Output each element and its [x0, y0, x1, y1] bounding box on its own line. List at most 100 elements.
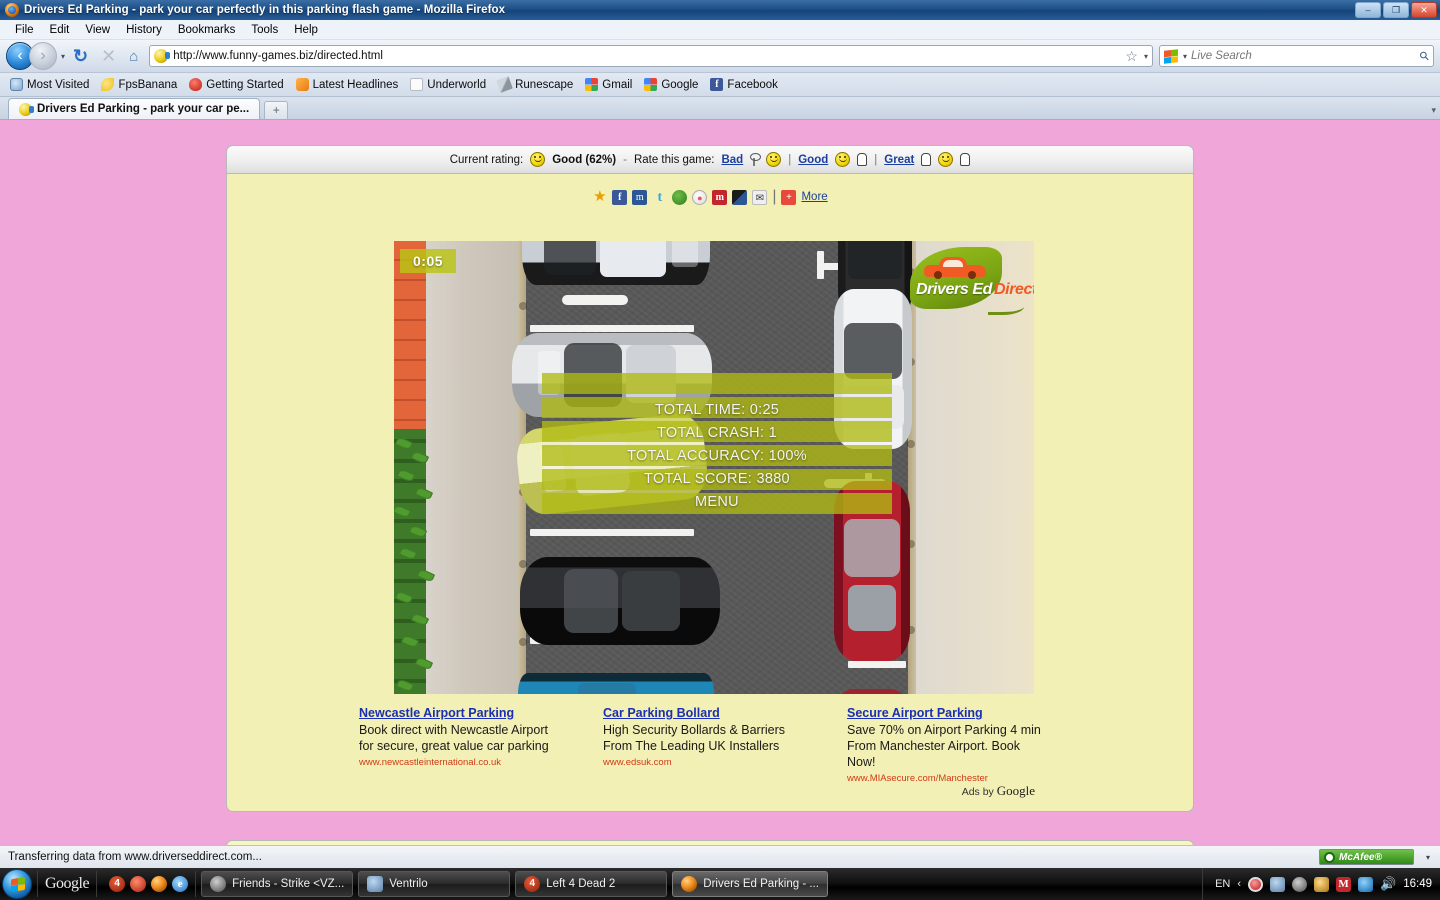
- menu-item-file[interactable]: File: [7, 23, 42, 37]
- email-icon[interactable]: ✉: [752, 189, 768, 205]
- game-canvas[interactable]: 0:05 Drivers Ed Direct TOTAL TIME: 0:25 …: [394, 241, 1034, 719]
- search-bar[interactable]: ▾ ⚲: [1159, 45, 1434, 67]
- reddit-icon[interactable]: ●: [692, 189, 708, 205]
- ad-line-2: for secure, great value car parking: [359, 739, 549, 753]
- redthing-icon[interactable]: [130, 876, 147, 892]
- bookmark-latest-headlines[interactable]: Latest Headlines: [291, 77, 404, 92]
- steam-icon[interactable]: [1292, 876, 1308, 892]
- address-dropdown-icon[interactable]: ▾: [1144, 52, 1148, 61]
- facebook-icon[interactable]: f: [612, 189, 628, 205]
- ad-line-2: From The Leading UK Installers: [603, 739, 780, 753]
- search-engine-chevron-icon[interactable]: ▾: [1183, 52, 1187, 61]
- network-icon[interactable]: [1358, 876, 1374, 892]
- taskbar-button-steam-friends[interactable]: Friends - Strike <VZ...: [201, 871, 354, 897]
- start-button[interactable]: [2, 869, 32, 899]
- bookmark-fpsbanana[interactable]: FpsBanana: [96, 77, 182, 92]
- window-title: Drivers Ed Parking - park your car perfe…: [24, 4, 506, 16]
- add-share-icon[interactable]: +: [781, 189, 797, 205]
- tab-drivers-ed-parking[interactable]: Drivers Ed Parking - park your car pe...: [8, 98, 261, 119]
- reload-icon[interactable]: ↻: [68, 46, 93, 67]
- bookmark-label: Google: [661, 78, 699, 91]
- stumbleupon-icon[interactable]: [672, 189, 688, 205]
- firefox-icon[interactable]: [151, 876, 168, 892]
- ad-title-link[interactable]: Secure Airport Parking: [847, 706, 983, 720]
- menu-item-view[interactable]: View: [77, 23, 118, 37]
- mixx-icon[interactable]: m: [712, 189, 728, 205]
- bay-stripe: [817, 251, 824, 279]
- ad-url: www.MIAsecure.com/Manchester: [847, 773, 988, 784]
- delicious-icon[interactable]: [732, 189, 748, 205]
- bookmark-getting-started[interactable]: Getting Started: [184, 77, 288, 92]
- google-toolbar-label[interactable]: Google: [45, 875, 90, 893]
- mcafee-chevron-icon[interactable]: ▾: [1426, 853, 1430, 862]
- volume-icon[interactable]: 🔊: [1380, 876, 1396, 892]
- menu-item-bookmarks[interactable]: Bookmarks: [170, 23, 244, 37]
- show-hidden-icons-chevron[interactable]: ‹: [1237, 878, 1241, 890]
- mcafee-siteadvisor-button[interactable]: McAfee®: [1319, 849, 1414, 865]
- taskbar-button-label: Ventrilo: [389, 878, 428, 890]
- ad-title-link[interactable]: Car Parking Bollard: [603, 706, 720, 720]
- bookmark-facebook[interactable]: f Facebook: [705, 77, 783, 92]
- menu-button[interactable]: MENU: [542, 490, 892, 513]
- language-indicator[interactable]: EN: [1215, 878, 1230, 890]
- ad-line-1: Save 70% on Airport Parking 4 min: [847, 723, 1041, 737]
- ad-title-link[interactable]: Newcastle Airport Parking: [359, 706, 514, 720]
- myspace-icon[interactable]: m: [632, 189, 648, 205]
- bookmark-label: Gmail: [602, 78, 633, 91]
- taskbar-button-ventrilo[interactable]: Ventrilo: [358, 871, 511, 897]
- menu-item-history[interactable]: History: [118, 23, 170, 37]
- close-button[interactable]: ✕: [1411, 2, 1437, 18]
- menu-item-edit[interactable]: Edit: [42, 23, 78, 37]
- favorites-star-icon[interactable]: ★: [592, 189, 607, 205]
- ad-line-3: Now!: [847, 755, 876, 769]
- rate-bad-link[interactable]: Bad: [721, 154, 743, 166]
- taskbar-button-label: Drivers Ed Parking - ...: [703, 878, 819, 890]
- minimize-button[interactable]: –: [1355, 2, 1381, 18]
- live-search-engine-icon[interactable]: [1164, 48, 1178, 64]
- ad-item: Newcastle Airport Parking Book direct wi…: [359, 704, 603, 811]
- stat-value: 0:25: [749, 401, 780, 418]
- maximize-button[interactable]: ❐: [1383, 2, 1409, 18]
- bookmark-most-visited[interactable]: Most Visited: [5, 77, 94, 92]
- page-viewport: Current rating: Good (62%) - Rate this g…: [0, 130, 1440, 845]
- ventrilo-icon[interactable]: [1314, 876, 1330, 892]
- most-visited-icon: [10, 78, 23, 91]
- taskbar-button-left-4-dead-2[interactable]: 4 Left 4 Dead 2: [515, 871, 668, 897]
- bookmark-label: Facebook: [727, 78, 778, 91]
- thumbs-up-icon: [857, 153, 868, 166]
- quick-launch-icons: 4 e: [102, 871, 197, 897]
- home-icon[interactable]: ⌂: [124, 48, 143, 65]
- bookmark-star-icon[interactable]: ☆: [1125, 48, 1138, 65]
- left4dead-icon[interactable]: 4: [109, 876, 126, 892]
- stat-value: 3880: [756, 470, 790, 487]
- stop-icon[interactable]: ✕: [96, 46, 121, 67]
- bookmark-google[interactable]: Google: [639, 77, 703, 92]
- clock[interactable]: 16:49: [1403, 878, 1432, 890]
- firefox-icon: [5, 3, 19, 17]
- bookmark-gmail[interactable]: Gmail: [580, 77, 637, 92]
- mcafee-icon[interactable]: M: [1336, 876, 1352, 892]
- bookmarks-toolbar: Most Visited FpsBanana Getting Started L…: [0, 73, 1440, 97]
- user-blocked-icon[interactable]: [1270, 876, 1286, 892]
- share-more-link[interactable]: More: [801, 191, 827, 203]
- stat-label: TOTAL CRASH:: [657, 424, 765, 441]
- forward-button[interactable]: ›: [29, 42, 57, 70]
- rate-great-link[interactable]: Great: [884, 154, 914, 166]
- address-bar[interactable]: http://www.funny-games.biz/directed.html…: [149, 45, 1153, 67]
- list-all-tabs-icon[interactable]: ▾: [1431, 105, 1436, 116]
- bookmark-underworld[interactable]: Underworld: [405, 77, 491, 92]
- twitter-icon[interactable]: t: [652, 190, 667, 205]
- bookmark-runescape[interactable]: Runescape: [493, 76, 578, 93]
- taskbar-button-drivers-ed-parking[interactable]: Drivers Ed Parking - ...: [672, 871, 828, 897]
- status-bar: Transferring data from www.driverseddire…: [0, 845, 1440, 868]
- search-input[interactable]: [1191, 50, 1417, 62]
- menu-item-tools[interactable]: Tools: [243, 23, 286, 37]
- chevron-down-icon[interactable]: ▾: [61, 52, 65, 61]
- search-icon[interactable]: ⚲: [1417, 48, 1433, 64]
- rate-good-link[interactable]: Good: [798, 154, 828, 166]
- share-separator: |: [772, 188, 777, 205]
- menu-item-help[interactable]: Help: [286, 23, 326, 37]
- new-tab-button[interactable]: +: [264, 101, 289, 119]
- internet-explorer-icon[interactable]: e: [172, 876, 189, 892]
- target-icon[interactable]: [1248, 876, 1264, 892]
